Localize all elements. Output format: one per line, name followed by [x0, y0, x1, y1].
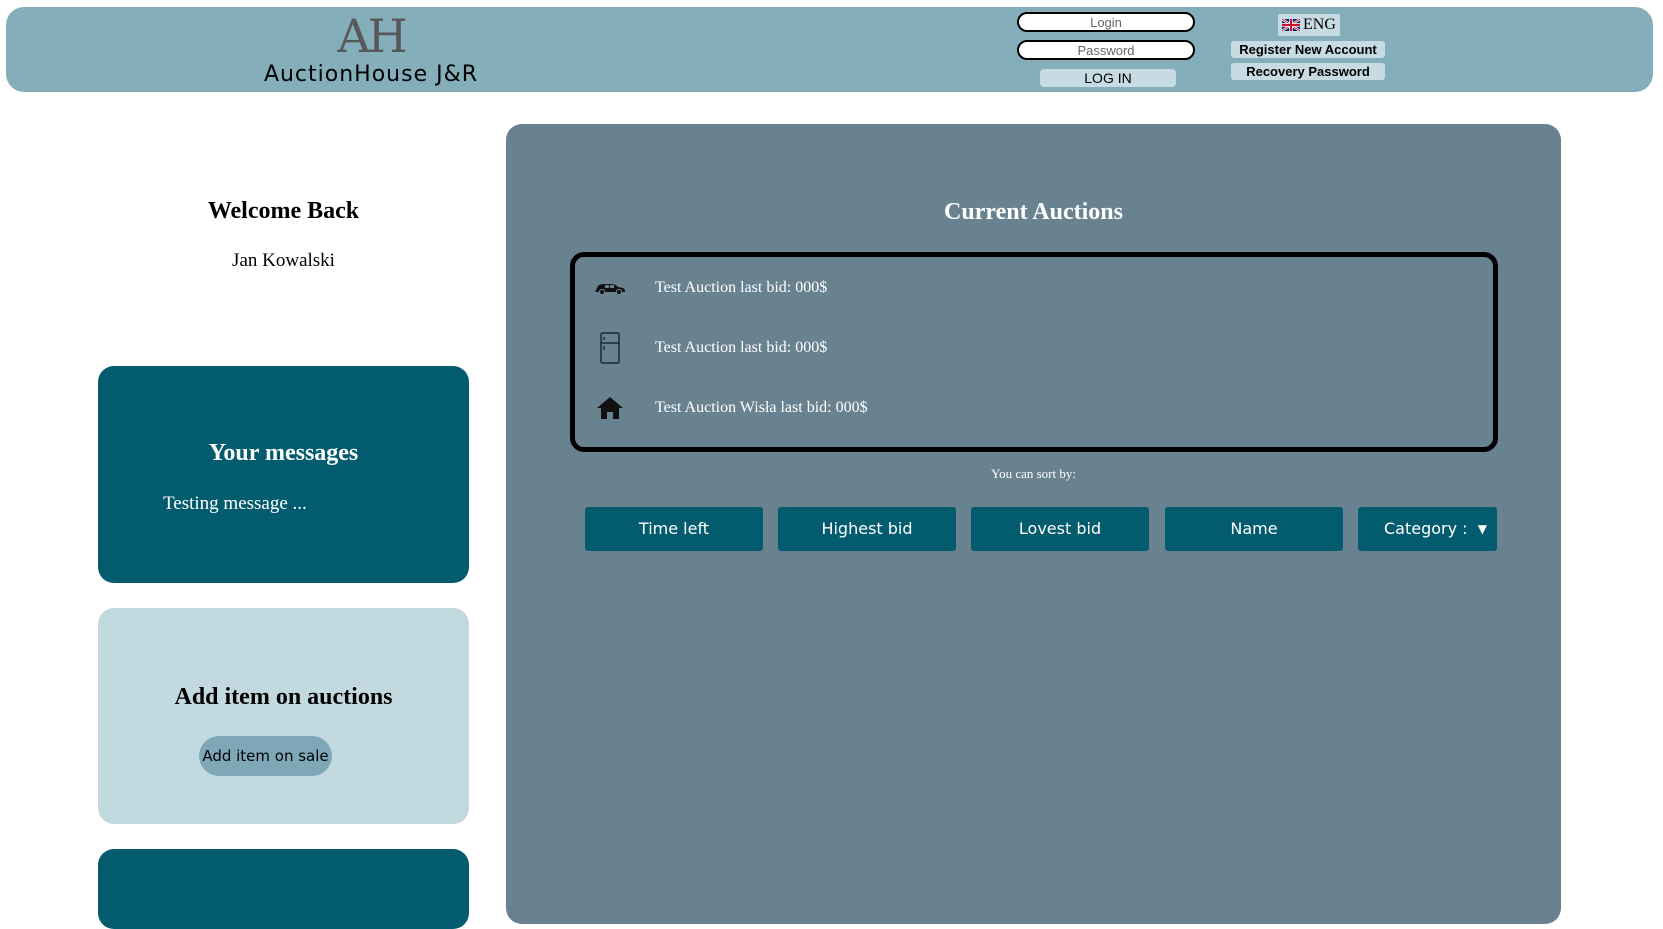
house-icon: [597, 397, 623, 419]
sort-highest-bid-button[interactable]: Highest bid: [778, 507, 956, 551]
auctions-panel: Current Auctions Test Auction last bid: …: [506, 124, 1561, 924]
auction-text: Test Auction last bid: 000$: [655, 339, 828, 356]
user-name: Jan Kowalski: [232, 250, 335, 271]
add-item-title: Add item on auctions: [174, 684, 393, 710]
messages-card[interactable]: Your messages Testing message ...: [98, 366, 469, 583]
category-select[interactable]: Category : ▼: [1358, 507, 1497, 551]
sidebar-card: [98, 849, 469, 929]
auction-list: Test Auction last bid: 000$ Test Auction…: [570, 252, 1498, 452]
auction-item[interactable]: Test Auction last bid: 000$: [575, 328, 1493, 368]
auction-text: Test Auction Wisła last bid: 000$: [655, 399, 868, 416]
logo-name: AuctionHouse J&R: [263, 62, 479, 87]
logo-mark: AH: [337, 9, 407, 63]
site-header: AH AuctionHouse J&R LOG IN ENG Register …: [6, 7, 1653, 92]
login-field[interactable]: [1017, 12, 1195, 32]
auction-item[interactable]: Test Auction Wisła last bid: 000$: [575, 388, 1493, 428]
recovery-password-link[interactable]: Recovery Password: [1231, 63, 1385, 80]
password-field[interactable]: [1017, 40, 1195, 60]
site-logo[interactable]: AH AuctionHouse J&R: [246, 13, 496, 89]
language-selector[interactable]: ENG: [1278, 14, 1340, 36]
uk-flag-icon: [1282, 19, 1300, 31]
car-icon: [595, 284, 625, 295]
auction-text: Test Auction last bid: 000$: [655, 279, 828, 296]
auctions-title: Current Auctions: [944, 199, 1123, 225]
sort-label: You can sort by:: [991, 466, 1076, 481]
language-label: ENG: [1303, 16, 1336, 33]
category-select-label: Category :: [1384, 519, 1468, 538]
message-preview[interactable]: Testing message ...: [163, 493, 307, 515]
login-button[interactable]: LOG IN: [1040, 69, 1176, 87]
auction-item[interactable]: Test Auction last bid: 000$: [575, 268, 1493, 308]
sort-time-left-button[interactable]: Time left: [585, 507, 763, 551]
add-item-card: Add item on auctions Add item on sale: [98, 608, 469, 824]
sort-name-button[interactable]: Name: [1165, 507, 1343, 551]
messages-title: Your messages: [208, 440, 359, 466]
chevron-down-icon: ▼: [1477, 522, 1487, 536]
welcome-title: Welcome Back: [207, 198, 360, 224]
register-link[interactable]: Register New Account: [1231, 41, 1385, 58]
sort-lowest-bid-button[interactable]: Lovest bid: [971, 507, 1149, 551]
add-item-button[interactable]: Add item on sale: [199, 736, 332, 776]
fridge-icon: [600, 332, 620, 364]
